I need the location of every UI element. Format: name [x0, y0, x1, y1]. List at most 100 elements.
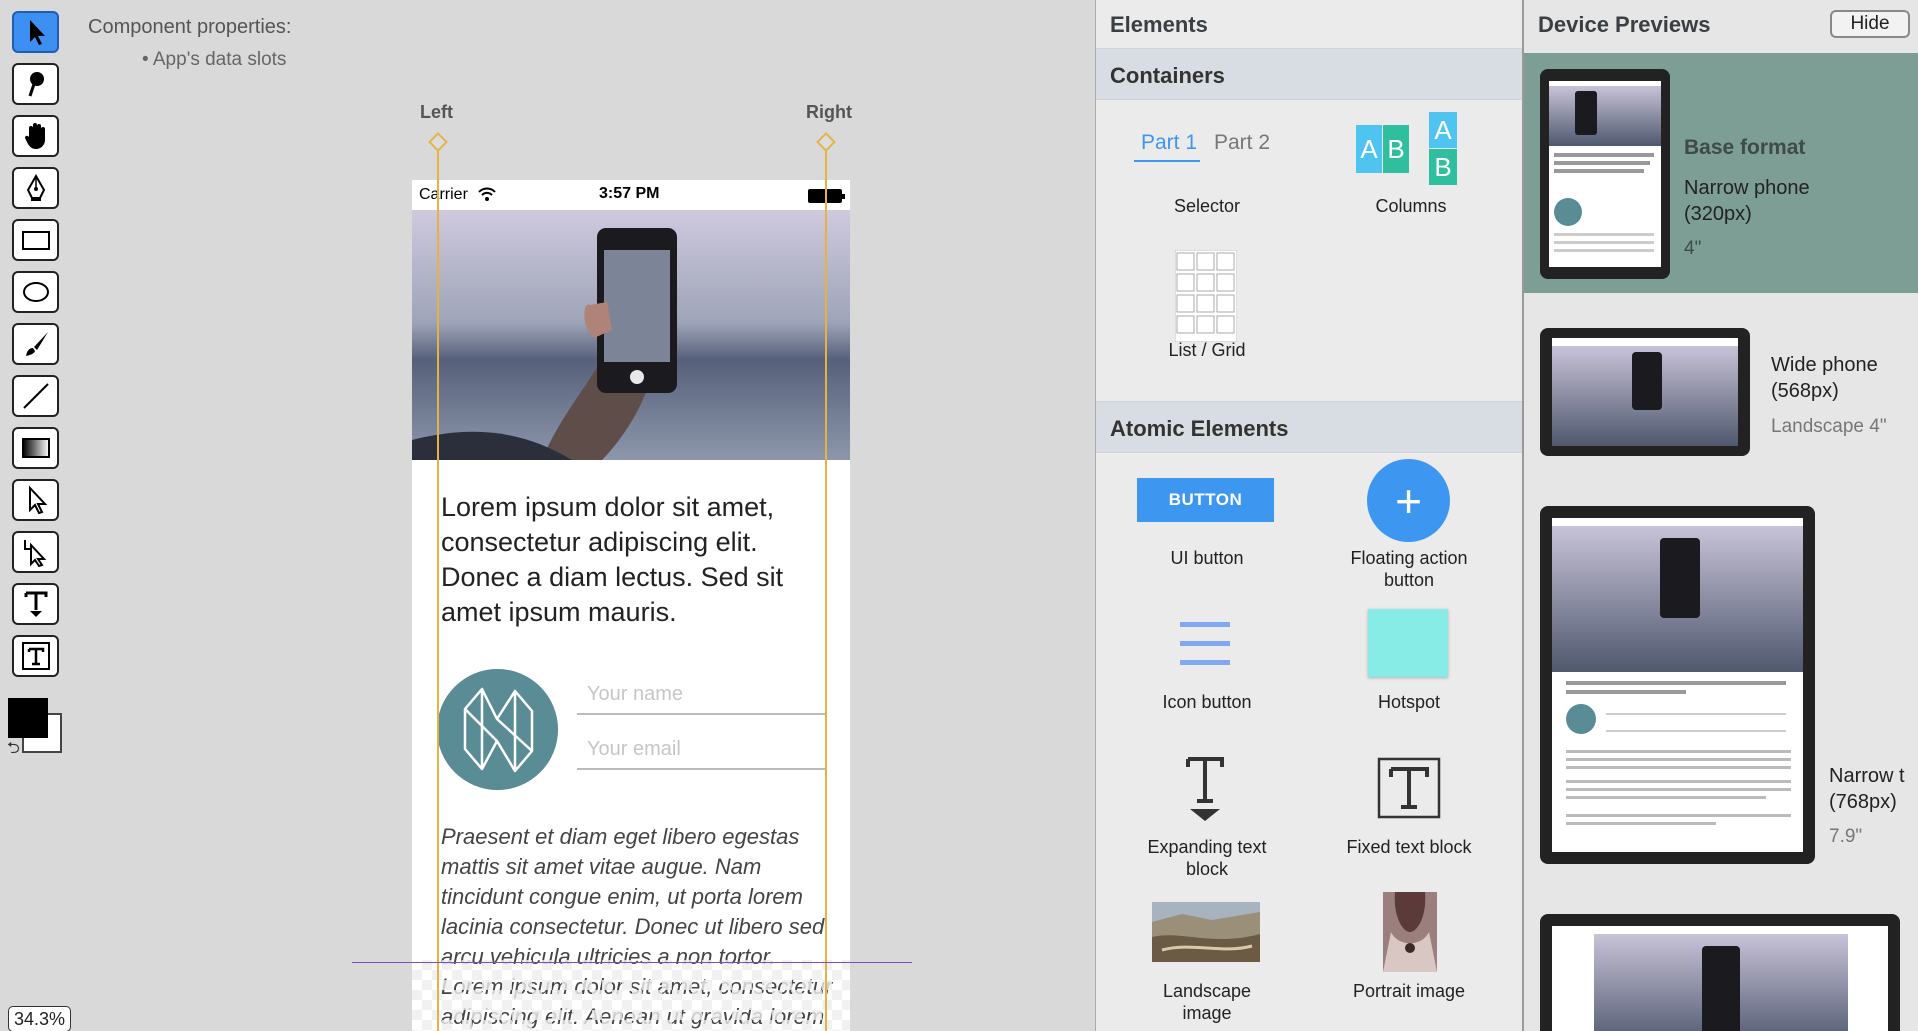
- name-input[interactable]: [577, 675, 827, 715]
- expanding-text-label-line-1: Expanding text: [1147, 837, 1267, 857]
- rectangle-icon: [21, 231, 50, 250]
- columns-cell-b1: B: [1383, 125, 1409, 173]
- wide-tablet-screen: [1552, 926, 1888, 1031]
- elements-panel-title: Elements: [1110, 12, 1208, 37]
- wide-phone-screen: [1552, 338, 1738, 446]
- fab-label-line-2: button: [1383, 570, 1435, 590]
- direct-select-tool[interactable]: [12, 479, 59, 521]
- device-previews-panel: Device Previews Hide Base format Narrow …: [1522, 0, 1918, 1031]
- overflow-area: [412, 960, 850, 1031]
- fixed-text-icon: [1377, 757, 1441, 819]
- foreground-color-swatch[interactable]: [8, 698, 48, 738]
- fold-line[interactable]: [352, 962, 912, 963]
- swap-colors-icon[interactable]: ⮌: [7, 737, 20, 764]
- expanding-text-icon: [24, 591, 47, 617]
- narrow-tablet-preview[interactable]: [1540, 506, 1815, 864]
- carrier-label: Carrier: [419, 186, 468, 203]
- hide-button[interactable]: Hide: [1830, 10, 1910, 38]
- brush-tool[interactable]: [12, 323, 59, 365]
- narrow-tablet-name-line-1: Narrow t: [1829, 765, 1905, 787]
- selector-label: Selector: [1173, 196, 1241, 216]
- avatar-logo-icon[interactable]: [437, 669, 558, 790]
- selector-underline: [1134, 160, 1200, 162]
- group-select-tool[interactable]: [12, 531, 59, 573]
- base-format-title: Base format: [1684, 136, 1806, 159]
- selector-tab-part-2: Part 2: [1214, 131, 1271, 154]
- status-bar: Carrier 3:57 PM: [412, 180, 850, 210]
- direct-select-icon: [28, 485, 47, 515]
- narrow-phone-name-line-2: (320px): [1684, 203, 1752, 225]
- hand-icon: [24, 123, 45, 149]
- portrait-thumbnail-icon: [1383, 892, 1437, 972]
- brush-icon: [25, 332, 48, 356]
- zoom-level[interactable]: 34.3%: [8, 1006, 72, 1031]
- columns-cell-a2: A: [1429, 112, 1457, 148]
- wide-phone-preview[interactable]: [1540, 328, 1750, 456]
- narrow-phone-size: 4": [1684, 238, 1702, 259]
- left-guide-handle[interactable]: [428, 132, 448, 152]
- pointer-tool[interactable]: [12, 11, 59, 53]
- narrow-tablet-screen: [1552, 518, 1803, 852]
- wide-phone-name-line-2: (568px): [1771, 380, 1839, 402]
- hero-image[interactable]: [412, 210, 850, 460]
- wide-phone-name-line-1: Wide phone: [1771, 354, 1878, 376]
- lasso-tool[interactable]: [12, 63, 59, 105]
- columns-label: Columns: [1375, 196, 1447, 216]
- component-properties-title: Component properties:: [88, 16, 292, 38]
- fixed-text-tool[interactable]: [12, 635, 59, 677]
- right-guide-line[interactable]: [825, 150, 827, 1031]
- expanding-text-icon: [1186, 757, 1224, 821]
- pen-nib-icon: [26, 173, 45, 201]
- rectangle-tool[interactable]: [12, 219, 59, 261]
- landscape-thumbnail-icon: [1152, 902, 1260, 962]
- fixed-text-label: Fixed text block: [1346, 837, 1472, 857]
- lasso-icon: [28, 72, 44, 97]
- expanding-text-label-line-2: block: [1185, 859, 1229, 879]
- containers-section-header: Containers: [1096, 48, 1522, 100]
- wide-phone-size: Landscape 4": [1771, 416, 1887, 437]
- grid-icon: [1175, 250, 1237, 342]
- gradient-icon: [21, 438, 50, 458]
- icon-button-label: Icon button: [1162, 692, 1252, 712]
- ui-button-label: UI button: [1170, 548, 1244, 568]
- hand-tool[interactable]: [12, 115, 59, 157]
- line-tool[interactable]: [12, 375, 59, 417]
- columns-cell-b2: B: [1429, 149, 1457, 185]
- plus-icon: +: [1367, 459, 1450, 542]
- pen-tool[interactable]: [12, 167, 59, 209]
- landscape-image-label-line-2: image: [1182, 1003, 1232, 1023]
- data-slots-item[interactable]: • App's data slots: [142, 49, 286, 71]
- hotspot-swatch: [1368, 609, 1448, 677]
- fab-label-line-1: Floating action: [1350, 548, 1468, 568]
- right-guide-handle[interactable]: [816, 132, 836, 152]
- ellipse-tool[interactable]: [12, 271, 59, 313]
- group-select-icon: [23, 540, 46, 567]
- sample-button: BUTTON: [1137, 478, 1274, 522]
- headline-text[interactable]: Lorem ipsum dolor sit amet, consectetur …: [441, 490, 836, 630]
- narrow-phone-screen: [1549, 81, 1661, 267]
- phone-canvas[interactable]: Carrier 3:57 PM Lorem ipsum dolor sit am…: [412, 180, 850, 1031]
- wide-tablet-preview[interactable]: [1540, 914, 1900, 1031]
- hamburger-menu-icon: [1180, 622, 1230, 665]
- narrow-phone-preview[interactable]: [1540, 69, 1670, 279]
- right-guide-label: Right: [806, 102, 852, 122]
- list-grid-label: List / Grid: [1168, 340, 1246, 360]
- columns-cell-a1: A: [1356, 125, 1382, 173]
- email-input[interactable]: [577, 730, 827, 770]
- hotspot-label: Hotspot: [1377, 692, 1441, 712]
- status-time: 3:57 PM: [599, 185, 660, 202]
- left-guide-label: Left: [420, 102, 453, 122]
- narrow-tablet-size: 7.9": [1829, 826, 1863, 847]
- ellipse-icon: [22, 282, 49, 302]
- wifi-icon: [478, 187, 496, 201]
- expanding-text-tool[interactable]: [12, 583, 59, 625]
- elements-panel: Elements Containers Part 1 Part 2 Select…: [1095, 0, 1522, 1031]
- narrow-phone-name-line-1: Narrow phone: [1684, 177, 1810, 199]
- left-guide-line[interactable]: [437, 150, 439, 1031]
- fixed-text-icon: [21, 642, 50, 670]
- atomic-elements-section-header: Atomic Elements: [1096, 401, 1522, 453]
- pointer-icon: [29, 20, 45, 45]
- selector-tab-part-1: Part 1: [1141, 131, 1198, 154]
- gradient-tool[interactable]: [12, 427, 59, 469]
- narrow-tablet-name-line-2: (768px): [1829, 791, 1897, 813]
